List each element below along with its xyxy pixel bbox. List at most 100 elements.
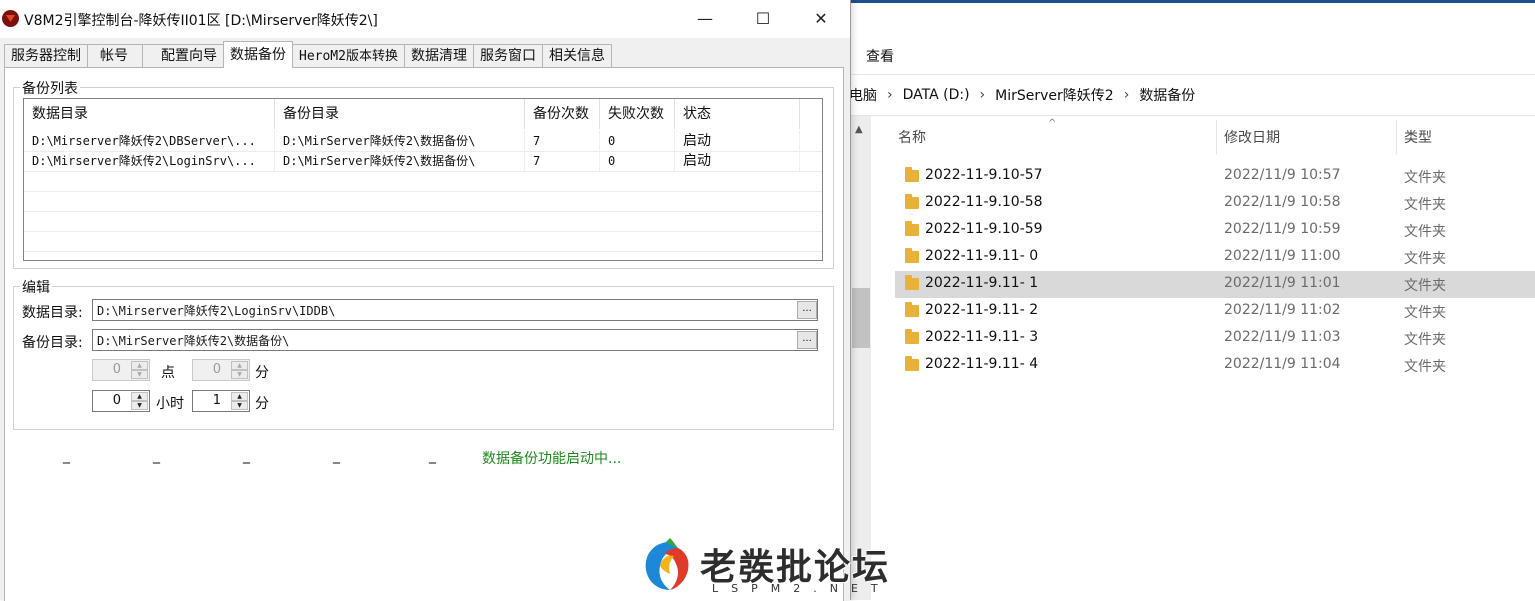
column-header-data-dir[interactable]: 数据目录 (24, 99, 275, 129)
spinner-value: 0 (212, 362, 221, 377)
cell-fail-count: 0 (600, 151, 675, 171)
chevron-right-icon: › (887, 87, 893, 103)
column-divider[interactable] (1216, 120, 1217, 154)
backup-list-table[interactable]: 数据目录 备份目录 备份次数 失败次数 状态 D:\Mirserver降妖传2\… (23, 98, 823, 261)
empty-row (24, 191, 822, 212)
app-icon (2, 10, 19, 27)
spin-down-icon: ▼ (231, 370, 248, 379)
minimize-button[interactable]: — (676, 0, 734, 38)
column-header-backup-dir[interactable]: 备份目录 (275, 99, 525, 129)
table-row[interactable]: D:\Mirserver降妖传2\DBServer\... D:\MirServ… (24, 131, 822, 152)
site-watermark: 老彂批论坛 LSPM2.NET (640, 536, 900, 600)
breadcrumb-mirserver[interactable]: MirServer降妖传2 (995, 85, 1114, 105)
cell-backup-dir: D:\MirServer降妖传2\数据备份\ (275, 151, 525, 171)
file-date: 2022/11/9 10:58 (1224, 194, 1341, 210)
cell-data-dir: D:\Mirserver降妖传2\LoginSrv\... (24, 151, 275, 171)
spinner-arrows: ▲ ▼ (131, 392, 148, 410)
column-divider[interactable] (1396, 120, 1397, 154)
tab-strip: 服务器控制 帐号 配置向导 数据备份 HeroM2版本转换 数据清理 服务窗口 … (4, 41, 612, 68)
spin-up-icon[interactable]: ▲ (131, 392, 148, 401)
browse-backup-dir-button[interactable]: ... (797, 331, 817, 349)
file-name: 2022-11-9.11- 4 (925, 356, 1039, 372)
scrollbar-thumb[interactable] (852, 288, 870, 348)
breadcrumb-drive[interactable]: DATA (D:) (903, 87, 970, 103)
tab-service-window[interactable]: 服务窗口 (472, 44, 543, 68)
cell-status: 启动 (675, 131, 800, 151)
file-row[interactable]: 2022-11-9.11- 0 2022/11/9 11:00 文件夹 (895, 244, 1535, 271)
time-hour-unit: 点 (161, 365, 175, 381)
table-row[interactable]: D:\Mirserver降妖传2\LoginSrv\... D:\MirServ… (24, 151, 822, 172)
file-date: 2022/11/9 11:04 (1224, 356, 1341, 372)
status-placeholder: _ (243, 448, 250, 464)
column-header-date[interactable]: 修改日期 (1224, 118, 1280, 156)
file-date: 2022/11/9 11:03 (1224, 329, 1341, 345)
empty-row (24, 231, 822, 252)
file-row-selected[interactable]: 2022-11-9.11- 1 2022/11/9 11:01 文件夹 (895, 271, 1535, 298)
breadcrumb-computer[interactable]: 电脑 (849, 85, 877, 105)
close-button[interactable]: ✕ (792, 0, 850, 38)
time-minute-unit: 分 (255, 365, 269, 381)
spin-down-icon[interactable]: ▼ (231, 401, 248, 410)
status-placeholder: _ (63, 448, 70, 464)
file-name: 2022-11-9.10-58 (925, 194, 1043, 210)
backup-dir-input[interactable]: D:\MirServer降妖传2\数据备份\ (92, 329, 818, 351)
tab-about[interactable]: 相关信息 (541, 44, 612, 68)
spin-down-icon[interactable]: ▼ (131, 401, 148, 410)
tab-herom2-convert[interactable]: HeroM2版本转换 (292, 44, 405, 68)
file-row[interactable]: 2022-11-9.10-58 2022/11/9 10:58 文件夹 (895, 190, 1535, 217)
cell-backup-count: 7 (525, 131, 600, 151)
file-date: 2022/11/9 11:01 (1224, 275, 1341, 291)
maximize-button[interactable]: ☐ (734, 0, 792, 38)
tab-config-wizard[interactable]: 配置向导 (142, 44, 224, 68)
file-row[interactable]: 2022-11-9.10-59 2022/11/9 10:59 文件夹 (895, 217, 1535, 244)
tab-data-backup[interactable]: 数据备份 (223, 41, 293, 68)
file-row[interactable]: 2022-11-9.11- 4 2022/11/9 11:04 文件夹 (895, 352, 1535, 379)
column-header-fail-count[interactable]: 失败次数 (600, 99, 675, 129)
interval-minute-unit: 分 (255, 396, 269, 412)
cell-status: 启动 (675, 151, 800, 171)
spin-up-icon[interactable]: ▲ (231, 392, 248, 401)
data-dir-input[interactable]: D:\Mirserver降妖传2\LoginSrv\IDDB\ (92, 299, 818, 321)
column-header-name[interactable]: 名称 (898, 118, 926, 156)
browse-data-dir-button[interactable]: ... (797, 301, 817, 319)
spinner-arrows: ▲ ▼ (131, 361, 148, 379)
file-date: 2022/11/9 10:57 (1224, 167, 1341, 183)
file-type: 文件夹 (1404, 278, 1446, 294)
cell-data-dir: D:\Mirserver降妖传2\DBServer\... (24, 131, 275, 151)
file-type: 文件夹 (1404, 332, 1446, 348)
file-name: 2022-11-9.11- 1 (925, 275, 1039, 291)
tab-data-cleanup[interactable]: 数据清理 (403, 44, 474, 68)
file-type: 文件夹 (1404, 359, 1446, 375)
window-title: V8M2引擎控制台-降妖传II01区 [D:\Mirserver降妖传2\] (24, 13, 378, 29)
file-name: 2022-11-9.10-59 (925, 221, 1043, 237)
file-row[interactable]: 2022-11-9.10-57 2022/11/9 10:57 文件夹 (895, 163, 1535, 190)
interval-minute-spinner[interactable]: 1 ▲ ▼ (192, 390, 250, 412)
ribbon-tab-view[interactable]: 查看 (866, 46, 894, 66)
spin-up-icon: ▲ (231, 361, 248, 370)
title-bar[interactable]: V8M2引擎控制台-降妖传II01区 [D:\Mirserver降妖传2\] —… (0, 0, 850, 38)
scroll-up-icon[interactable]: ▲ (855, 124, 863, 135)
tab-account[interactable]: 帐号 (87, 44, 143, 68)
cell-backup-dir: D:\MirServer降妖传2\数据备份\ (275, 131, 525, 151)
column-header-backup-count[interactable]: 备份次数 (525, 99, 600, 129)
breadcrumb-backup[interactable]: 数据备份 (1139, 85, 1195, 105)
file-name: 2022-11-9.11- 0 (925, 248, 1039, 264)
backup-list-title: 备份列表 (20, 78, 80, 98)
file-date: 2022/11/9 10:59 (1224, 221, 1341, 237)
column-header-type[interactable]: 类型 (1404, 118, 1432, 156)
file-name: 2022-11-9.11- 2 (925, 302, 1039, 318)
file-row[interactable]: 2022-11-9.11- 3 2022/11/9 11:03 文件夹 (895, 325, 1535, 352)
time-hour-spinner: 0 ▲ ▼ (92, 359, 150, 381)
column-header-status[interactable]: 状态 (675, 99, 800, 129)
interval-hour-spinner[interactable]: 0 ▲ ▼ (92, 390, 150, 412)
table-header: 数据目录 备份目录 备份次数 失败次数 状态 (24, 99, 822, 129)
spin-up-icon: ▲ (131, 361, 148, 370)
file-name: 2022-11-9.10-57 (925, 167, 1043, 183)
file-type: 文件夹 (1404, 305, 1446, 321)
tab-server-control[interactable]: 服务器控制 (4, 44, 88, 68)
file-row[interactable]: 2022-11-9.11- 2 2022/11/9 11:02 文件夹 (895, 298, 1535, 325)
watermark-domain: LSPM2.NET (712, 582, 891, 595)
nav-pane-scrollbar[interactable]: ▲ (851, 116, 871, 600)
address-bar[interactable]: 电脑 › DATA (D:) › MirServer降妖传2 › 数据备份 (849, 74, 1535, 116)
empty-row (24, 171, 822, 192)
